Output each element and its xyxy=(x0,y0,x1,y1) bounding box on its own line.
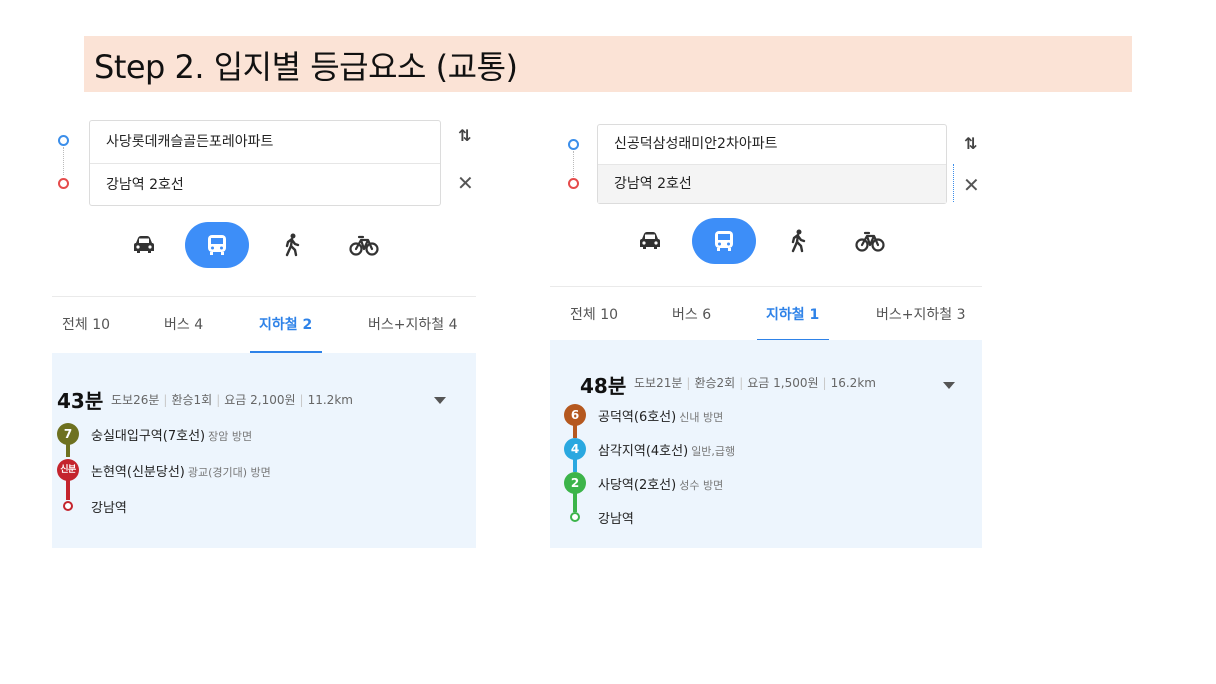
mode-car-button[interactable] xyxy=(112,222,176,268)
mode-bike-button[interactable] xyxy=(332,222,396,268)
close-icon[interactable]: ✕ xyxy=(963,173,980,197)
walk-time: 도보21분 xyxy=(634,376,683,390)
destination-input[interactable]: 강남역 2호선 xyxy=(598,164,946,203)
direction: 일반,급행 xyxy=(691,445,736,458)
route-duration: 48분 xyxy=(580,374,627,398)
tab-all[interactable]: 전체 10 xyxy=(62,297,110,353)
route-panel-1: 사당롯데캐슬골든포레아파트 강남역 2호선 ⇅ ✕ 전체 10 버스 4 지하철… xyxy=(52,118,476,548)
walk-time: 도보26분 xyxy=(111,393,160,407)
distance: 16.2km xyxy=(830,376,876,390)
mode-walk-button[interactable] xyxy=(766,218,830,264)
car-icon xyxy=(640,232,660,249)
fare: 요금 1,500원 xyxy=(747,376,819,390)
text-cursor-line xyxy=(953,164,954,202)
route-step: 6 공덕역(6호선) 신내 방면 xyxy=(564,404,944,426)
transport-mode-row xyxy=(550,218,982,264)
close-icon[interactable]: ✕ xyxy=(457,171,474,195)
mode-walk-button[interactable] xyxy=(260,222,324,268)
route-step: 신분 논현역(신분당선) 광교(경기대) 방면 xyxy=(57,459,437,481)
route-step: 강남역 xyxy=(564,506,944,528)
result-tabs: 전체 10 버스 6 지하철 1 버스+지하철 3 xyxy=(550,286,982,343)
route-meta: 도보21분 | 환승2회 | 요금 1,500원 | 16.2km xyxy=(634,376,876,390)
line-badge: 6 xyxy=(564,404,586,426)
result-tabs: 전체 10 버스 4 지하철 2 버스+지하철 4 xyxy=(52,296,476,353)
slide-title: Step 2. 입지별 등급요소 (교통) xyxy=(94,48,518,86)
station-name: 숭실대입구역(7호선) xyxy=(91,429,206,444)
swap-vertical-icon[interactable]: ⇅ xyxy=(964,134,977,153)
station-name: 공덕역(6호선) xyxy=(598,410,677,425)
route-connector xyxy=(63,147,64,175)
walk-icon xyxy=(285,233,300,257)
route-step: 2 사당역(2호선) 성수 방면 xyxy=(564,472,944,494)
tab-bus-subway[interactable]: 버스+지하철 3 xyxy=(876,287,966,343)
route-duration: 43분 xyxy=(57,389,104,413)
tab-bus[interactable]: 버스 4 xyxy=(164,297,203,353)
direction: 광교(경기대) 방면 xyxy=(187,466,271,479)
line-badge: 4 xyxy=(564,438,586,460)
station-name: 논현역(신분당선) xyxy=(91,465,185,480)
distance: 11.2km xyxy=(307,393,353,407)
car-icon xyxy=(134,236,154,253)
bike-icon xyxy=(855,231,885,252)
direction: 장암 방면 xyxy=(208,430,253,443)
line-badge: 2 xyxy=(564,472,586,494)
line-badge: 신분 xyxy=(57,459,79,481)
route-meta: 도보26분 | 환승1회 | 요금 2,100원 | 11.2km xyxy=(111,393,353,407)
route-step: 7 숭실대입구역(7호선) 장암 방면 xyxy=(57,423,437,445)
bus-icon xyxy=(208,235,226,255)
destination-input[interactable]: 강남역 2호선 xyxy=(90,163,440,205)
end-station-dot-icon xyxy=(63,501,73,511)
walk-icon xyxy=(791,229,806,253)
direction: 신내 방면 xyxy=(679,411,724,424)
line-badge: 7 xyxy=(57,423,79,445)
route-input-box: 신공덕삼성래미안2차아파트 강남역 2호선 xyxy=(597,124,947,204)
transfer-count: 환승1회 xyxy=(171,393,213,407)
transport-mode-row xyxy=(52,222,476,268)
destination-dot-icon xyxy=(58,178,69,189)
triangle-down-icon[interactable] xyxy=(434,397,446,404)
origin-input[interactable]: 신공덕삼성래미안2차아파트 xyxy=(598,125,946,164)
slide-title-bar: Step 2. 입지별 등급요소 (교통) xyxy=(84,36,1132,92)
mode-bus-button[interactable] xyxy=(692,218,756,264)
tab-subway[interactable]: 지하철 1 xyxy=(766,287,819,343)
mode-car-button[interactable] xyxy=(618,218,682,264)
tab-all[interactable]: 전체 10 xyxy=(570,287,618,343)
origin-dot-icon xyxy=(568,139,579,150)
mode-bike-button[interactable] xyxy=(838,218,902,264)
station-name: 삼각지역(4호선) xyxy=(598,444,689,459)
tab-bus-subway[interactable]: 버스+지하철 4 xyxy=(368,297,458,353)
tab-bus[interactable]: 버스 6 xyxy=(672,287,711,343)
route-result-card[interactable]: 43분 도보26분 | 환승1회 | 요금 2,100원 | 11.2km 7 숭실대입구역… xyxy=(52,353,476,548)
route-result-card[interactable]: 48분 도보21분 | 환승2회 | 요금 1,500원 | 16.2km 6 공덕역(6호… xyxy=(550,340,982,548)
route-connector xyxy=(573,151,574,179)
route-panel-2: 신공덕삼성래미안2차아파트 강남역 2호선 ⇅ ✕ 전체 10 버스 6 지하철… xyxy=(550,122,982,548)
mode-bus-button[interactable] xyxy=(185,222,249,268)
transfer-count: 환승2회 xyxy=(694,376,736,390)
station-name: 강남역 xyxy=(598,512,634,527)
origin-dot-icon xyxy=(58,135,69,146)
station-name: 강남역 xyxy=(91,501,127,516)
bike-icon xyxy=(349,235,379,256)
route-step: 4 삼각지역(4호선) 일반,급행 xyxy=(564,438,944,460)
destination-dot-icon xyxy=(568,178,579,189)
end-station-dot-icon xyxy=(570,512,580,522)
tab-subway[interactable]: 지하철 2 xyxy=(259,297,312,353)
station-name: 사당역(2호선) xyxy=(598,478,677,493)
triangle-down-icon[interactable] xyxy=(943,382,955,389)
route-input-box: 사당롯데캐슬골든포레아파트 강남역 2호선 xyxy=(89,120,441,206)
fare: 요금 2,100원 xyxy=(224,393,296,407)
route-step: 강남역 xyxy=(57,495,437,517)
direction: 성수 방면 xyxy=(679,479,724,492)
bus-icon xyxy=(715,231,733,251)
origin-input[interactable]: 사당롯데캐슬골든포레아파트 xyxy=(90,121,440,163)
swap-vertical-icon[interactable]: ⇅ xyxy=(458,126,471,145)
